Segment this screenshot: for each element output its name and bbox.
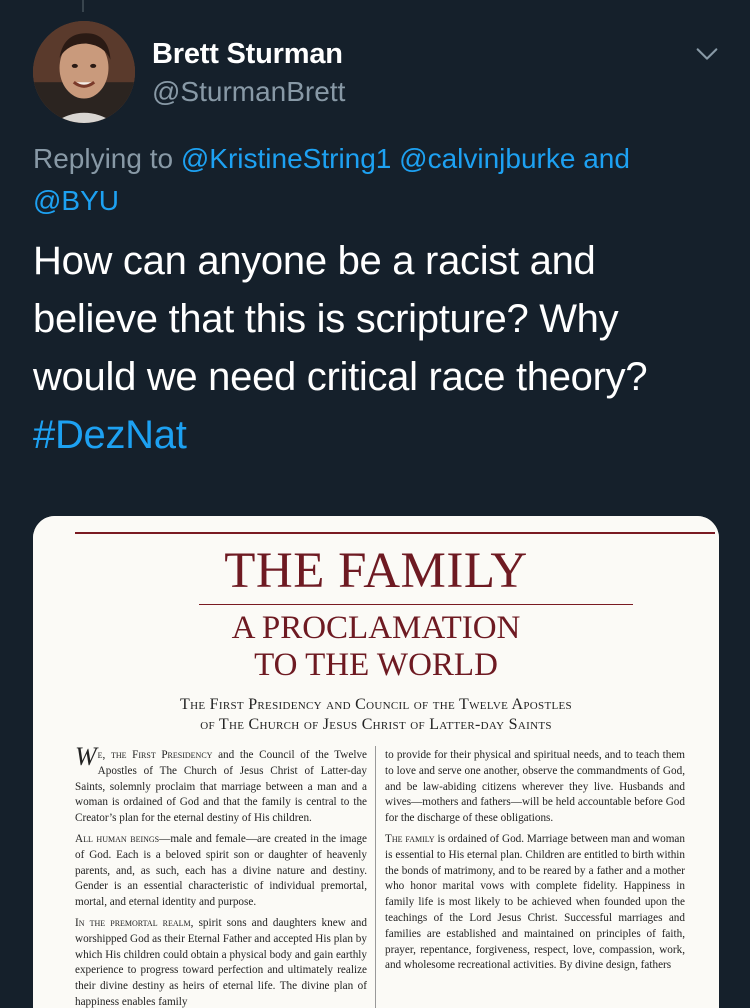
document-title-rule <box>199 604 633 605</box>
document-authors-line1: The First Presidency and Council of the … <box>180 696 572 713</box>
tweet-body: How can anyone be a racist and believe t… <box>33 232 723 464</box>
document-subtitle-line1: A PROCLAMATION <box>231 610 521 646</box>
drop-cap: W <box>75 742 97 771</box>
proclamation-document: THE FAMILY A PROCLAMATION TO THE WORLD T… <box>33 516 719 1008</box>
avatar-photo <box>33 21 135 123</box>
tweet-text: How can anyone be a racist and believe t… <box>33 239 648 399</box>
document-authors-line2: of The Church of Jesus Christ of Latter-… <box>200 716 552 733</box>
document-left-column: We, the First Presidency and the Council… <box>75 742 367 1008</box>
replying-to-line: Replying to @KristineString1 @calvinjbur… <box>33 138 723 222</box>
author-handle[interactable]: @SturmanBrett <box>152 76 345 108</box>
mention-byu[interactable]: @BYU <box>33 185 119 216</box>
mention-conjunction: and <box>583 143 630 174</box>
author-display-name[interactable]: Brett Sturman <box>152 38 343 71</box>
mention-calvinjburke[interactable]: @calvinjburke <box>399 143 575 174</box>
document-right-column: to provide for their physical and spirit… <box>385 748 685 979</box>
document-paragraph: The family is ordained of God. Marriage … <box>385 832 685 972</box>
document-paragraph: We, the First Presidency and the Council… <box>75 742 367 825</box>
mention-kristinestring1[interactable]: @KristineString1 <box>181 143 392 174</box>
document-paragraph: All human beings—male and female—are cre… <box>75 832 367 909</box>
replying-to-label: Replying to <box>33 143 174 174</box>
thread-connector-line <box>82 0 84 12</box>
document-paragraph: In the premortal realm, spirit sons and … <box>75 916 367 1008</box>
document-top-rule <box>75 532 715 534</box>
column-divider <box>375 746 376 1008</box>
chevron-down-icon[interactable] <box>693 40 721 68</box>
document-paragraph: to provide for their physical and spirit… <box>385 749 685 825</box>
attached-image[interactable]: THE FAMILY A PROCLAMATION TO THE WORLD T… <box>33 516 719 1008</box>
document-subtitle-line2: TO THE WORLD <box>254 647 498 683</box>
hashtag-link[interactable]: #DezNat <box>33 413 187 457</box>
avatar[interactable] <box>33 21 135 123</box>
document-title: THE FAMILY <box>224 543 528 599</box>
